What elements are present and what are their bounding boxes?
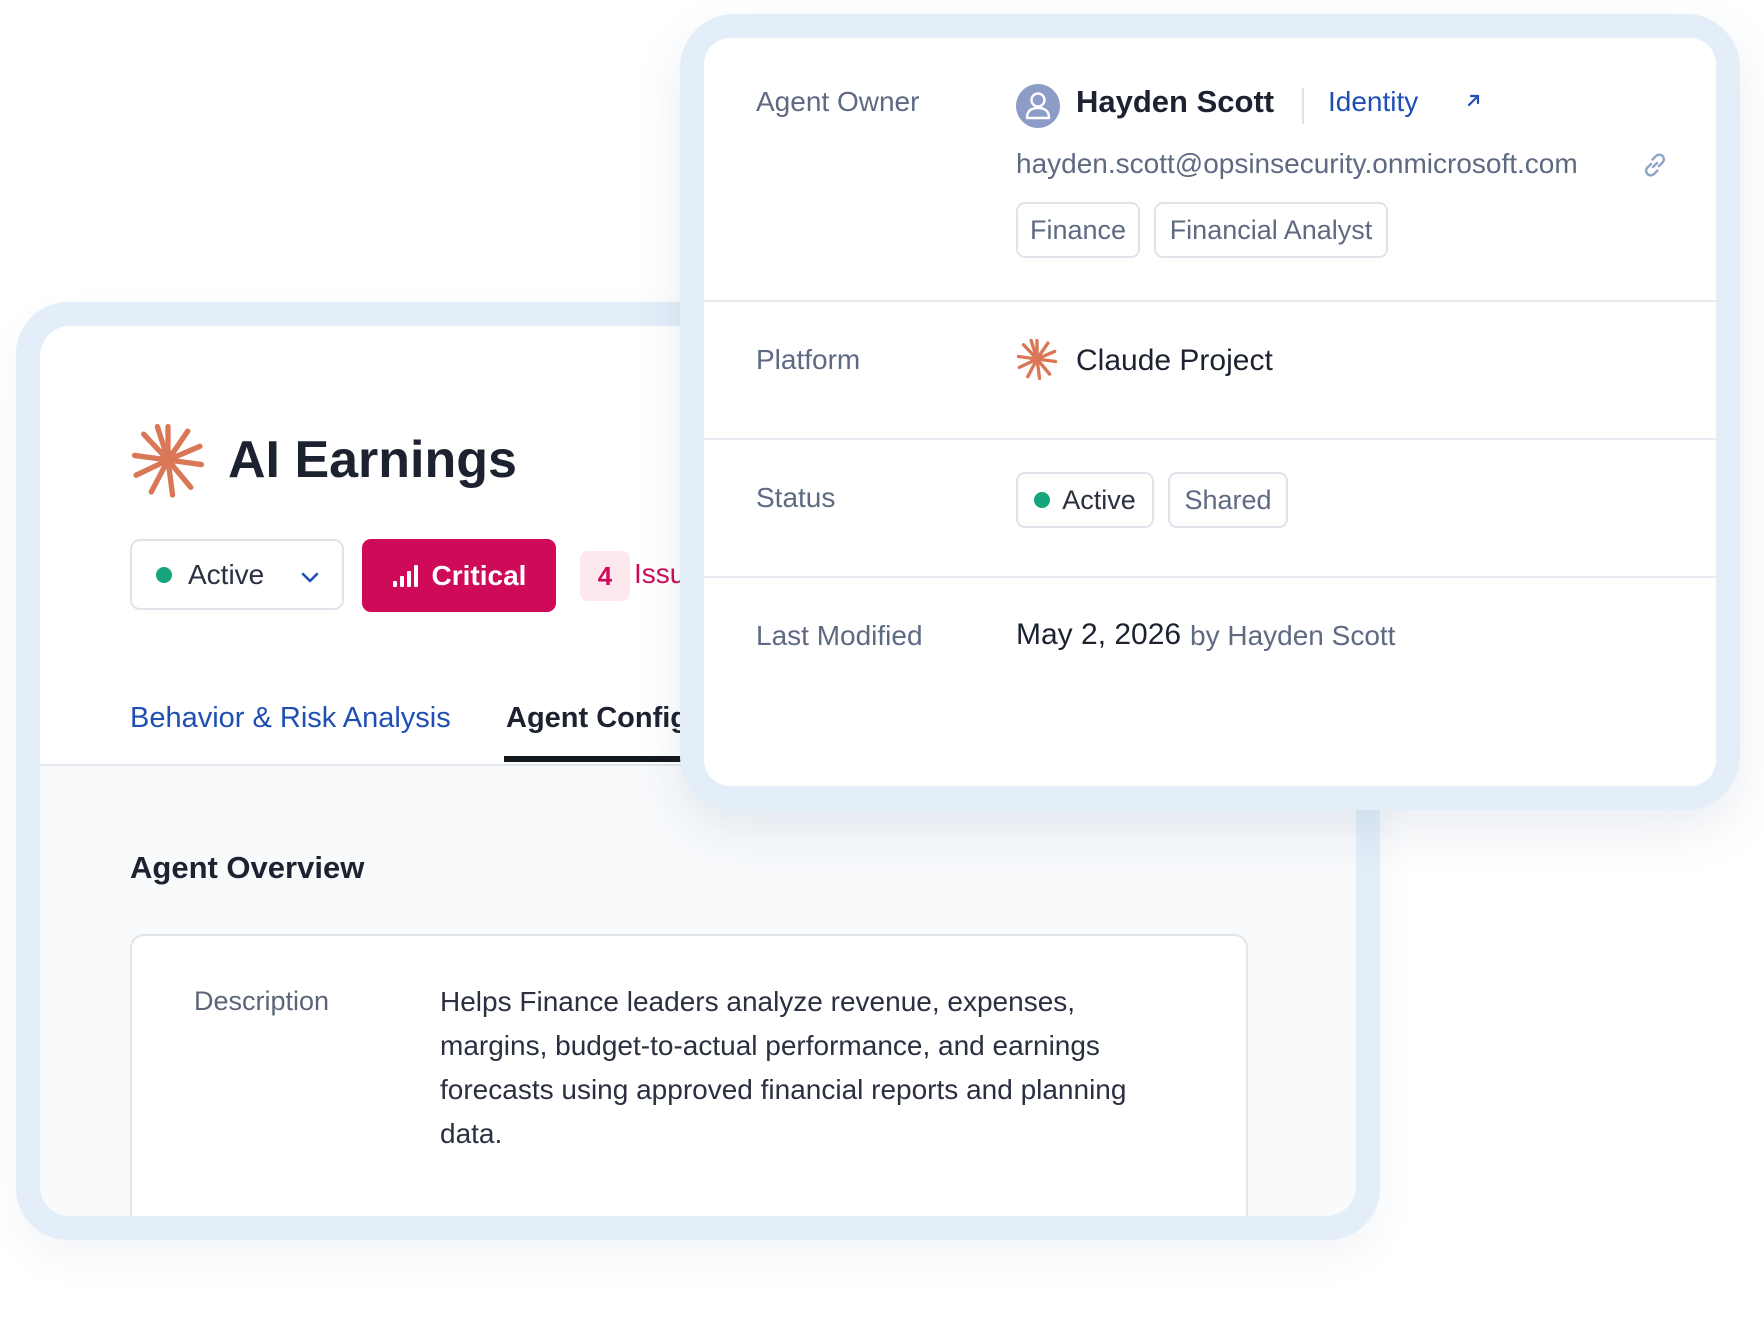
tab-behavior-risk-analysis[interactable]: Behavior & Risk Analysis <box>130 702 451 735</box>
status-active-text: Active <box>1062 484 1136 515</box>
claude-logo-icon <box>131 423 205 498</box>
last-modified-label: Last Modified <box>756 620 923 651</box>
agent-title: AI Earnings <box>228 431 517 489</box>
description-label: Description <box>194 986 330 1016</box>
owner-name: Hayden Scott <box>1076 84 1275 119</box>
status-dropdown[interactable]: Active <box>130 539 344 610</box>
agent-owner-label: Agent Owner <box>756 86 920 117</box>
active-status-dot <box>156 566 172 583</box>
description-text: Helps Finance leaders analyze revenue, e… <box>440 986 1127 1149</box>
divider <box>704 438 1716 440</box>
risk-level-label: Critical <box>431 559 527 591</box>
status-active-badge: Active <box>1016 472 1154 528</box>
signal-bars-icon <box>392 564 418 587</box>
owner-tag-financial-analyst: Financial Analyst <box>1154 202 1388 258</box>
last-modified-date: May 2, 2026 <box>1016 618 1182 651</box>
last-modified-by: by Hayden Scott <box>1190 620 1396 651</box>
divider <box>704 300 1716 302</box>
link-icon[interactable] <box>1640 150 1670 180</box>
overview-section: Agent Overview Description Helps Finance… <box>40 764 1356 1216</box>
claude-logo-icon <box>1016 338 1058 380</box>
user-avatar-icon <box>1016 84 1060 128</box>
platform-value: Claude Project <box>1076 344 1273 377</box>
active-tab-indicator <box>504 756 704 762</box>
status-dropdown-label: Active <box>188 558 265 590</box>
status-shared-badge: Shared <box>1168 472 1288 528</box>
identity-link[interactable]: Identity <box>1328 86 1418 118</box>
tab-agent-config[interactable]: Agent Config <box>506 702 688 735</box>
active-status-dot <box>1034 492 1051 508</box>
owner-email: hayden.scott@opsinsecurity.onmicrosoft.c… <box>1016 148 1578 179</box>
divider <box>1302 88 1304 124</box>
description-box: Description Helps Finance leaders analyz… <box>130 934 1248 1216</box>
status-label: Status <box>756 482 836 513</box>
issues-count-badge[interactable]: 4 <box>580 551 630 601</box>
divider <box>704 576 1716 578</box>
platform-label: Platform <box>756 344 861 375</box>
details-panel: Agent Owner Hayden Scott Identity hayden… <box>704 38 1716 786</box>
chevron-down-icon <box>301 572 319 583</box>
risk-level-button[interactable]: Critical <box>362 539 556 612</box>
owner-tag-finance: Finance <box>1016 202 1140 258</box>
external-arrow-icon <box>1467 94 1480 107</box>
overview-title: Agent Overview <box>130 850 365 885</box>
issues-link[interactable]: Issu <box>634 558 685 590</box>
